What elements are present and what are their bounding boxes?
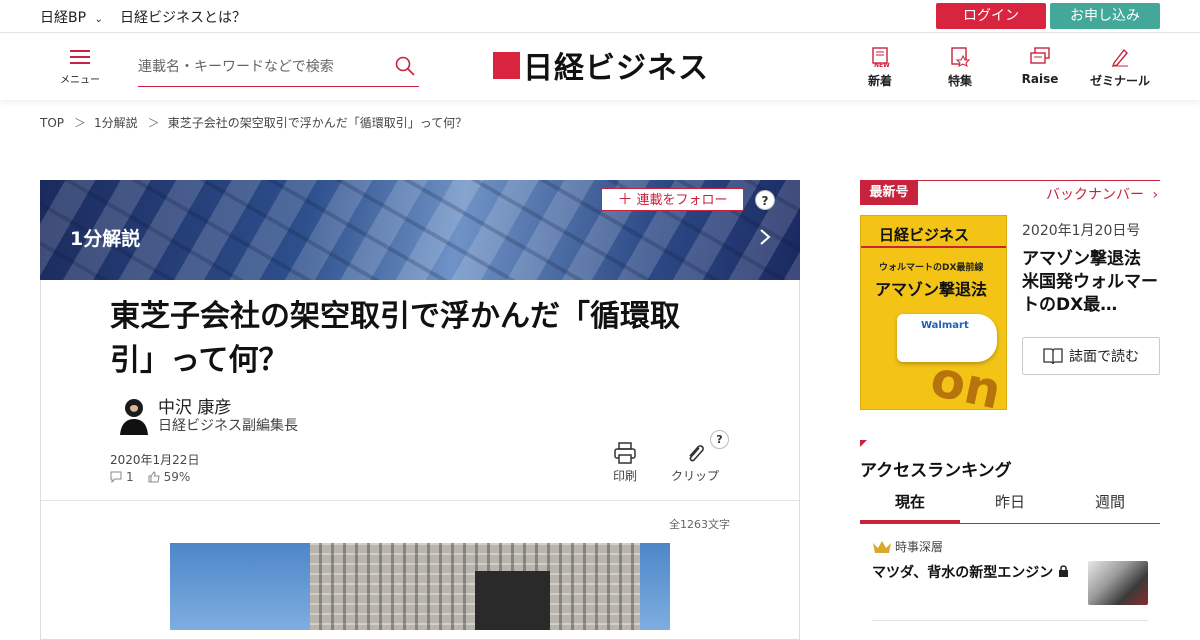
rank-1-category: 時事深層 — [872, 538, 943, 555]
chevron-down-icon: ⌄ — [94, 14, 103, 25]
apply-button[interactable]: お申し込み — [1050, 3, 1160, 29]
cover-kicker: ウォルマートのDX最前線 — [879, 263, 984, 273]
latest-issue-tag: 最新号 — [860, 181, 918, 205]
site-menu[interactable]: 日経BP ⌄ — [40, 7, 103, 27]
article-title-line2: 引」って何？ — [110, 343, 289, 378]
logo-mark — [493, 51, 520, 79]
chevron-right-icon: › — [1152, 187, 1159, 203]
nav-feature[interactable]: 特集 — [925, 47, 995, 89]
logo-text: 日経ビジネス — [523, 51, 709, 86]
series-banner[interactable]: 1分解説 ＋連載をフォロー ? — [40, 180, 800, 280]
lock-icon — [1059, 565, 1069, 577]
tab-now[interactable]: 現在 — [860, 488, 960, 523]
new-icon: NEW — [872, 47, 890, 69]
nav-feature-label: 特集 — [947, 74, 972, 88]
like-rate-value: 59% — [163, 470, 191, 484]
breadcrumb-separator: ＞ — [147, 116, 160, 130]
cover-big-text: on — [925, 349, 1007, 410]
clip-help-icon[interactable]: ? — [710, 430, 729, 449]
series-title: 1分解説 — [70, 228, 141, 250]
nav-new[interactable]: NEW 新着 — [845, 47, 915, 89]
search-box — [138, 53, 419, 87]
thumbs-up-icon — [148, 471, 160, 483]
rank-1-title[interactable]: マツダ、背水の新型エンジン — [872, 562, 1069, 582]
login-button[interactable]: ログイン — [936, 3, 1046, 29]
author-avatar[interactable] — [117, 395, 151, 435]
comment-icon — [110, 471, 122, 483]
like-rate[interactable]: 59% — [148, 470, 191, 484]
author-role: 日経ビジネス副編集長 — [158, 418, 298, 434]
svg-text:NEW: NEW — [874, 62, 890, 67]
building-recess — [475, 571, 550, 630]
top-bar: 日経BP ⌄ 日経ビジネスとは？ ログイン お申し込み — [0, 0, 1200, 33]
about-link[interactable]: 日経ビジネスとは？ — [120, 7, 246, 27]
article-divider — [41, 500, 799, 501]
site-menu-label: 日経BP — [40, 10, 87, 26]
raise-icon — [1030, 47, 1050, 64]
tab-weekly[interactable]: 週間 — [1060, 488, 1160, 523]
printer-icon — [614, 442, 636, 464]
magazine-cover[interactable]: 日経ビジネス ウォルマートのDX最前線 アマゾン撃退法 Walmart on — [860, 215, 1007, 410]
plus-icon: ＋ — [617, 190, 633, 208]
header: メニュー 日経ビジネス NEW 新着 特集 Raise ゼミナール — [0, 33, 1200, 100]
article-photo — [170, 543, 670, 630]
open-book-icon — [1043, 348, 1063, 365]
follow-help-icon[interactable]: ? — [755, 190, 775, 210]
rank-separator — [872, 620, 1148, 621]
breadcrumb-series[interactable]: 1分解説 — [94, 116, 138, 130]
menu-button[interactable]: メニュー — [58, 49, 102, 86]
clip-label: クリップ — [670, 469, 719, 483]
chevron-right-icon[interactable] — [759, 228, 771, 246]
nav-seminar-label: ゼミナール — [1089, 74, 1150, 88]
ranking-marker — [860, 440, 867, 447]
search-icon[interactable] — [395, 56, 415, 80]
ranking-tabs: 現在 昨日 週間 — [860, 488, 1160, 524]
follow-series-button[interactable]: ＋連載をフォロー — [601, 188, 744, 211]
char-count: 全1263文字 — [669, 518, 730, 531]
crown-icon — [873, 540, 891, 553]
comment-count-value: 1 — [126, 470, 134, 484]
nav-new-label: 新着 — [867, 74, 892, 88]
breadcrumb-top[interactable]: TOP — [40, 116, 64, 130]
breadcrumb-current: 東芝子会社の架空取引で浮かんだ「循環取引」って何？ — [167, 116, 468, 130]
cover-band — [861, 246, 1006, 248]
nav-raise-label: Raise — [1021, 72, 1059, 86]
feature-icon — [951, 47, 971, 67]
article-stats: 1 59% — [110, 470, 204, 484]
read-issue-label: 誌面で読む — [1069, 349, 1139, 365]
issue-title[interactable]: アマゾン撃退法 米国発ウォルマートのDX最… — [1022, 248, 1162, 317]
nav-seminar[interactable]: ゼミナール — [1085, 47, 1155, 89]
nav-raise[interactable]: Raise — [1005, 47, 1075, 86]
rank-1-category-label: 時事深層 — [895, 540, 944, 554]
backnumber-label: バックナンバー — [1046, 187, 1144, 203]
tab-yesterday[interactable]: 昨日 — [960, 488, 1060, 523]
print-button[interactable]: 印刷 — [595, 442, 655, 484]
backnumber-link[interactable]: バックナンバー › — [1046, 184, 1158, 204]
site-logo[interactable]: 日経ビジネス — [493, 47, 709, 86]
paperclip-icon — [689, 445, 704, 462]
cover-brand: Walmart — [921, 320, 969, 331]
issue-date: 2020年1月20日号 — [1022, 223, 1141, 239]
article-title-line1: 東芝子会社の架空取引で浮かんだ「循環取 — [110, 299, 680, 334]
search-input[interactable] — [138, 53, 378, 81]
rank-1-title-text: マツダ、背水の新型エンジン — [872, 565, 1054, 581]
breadcrumb-separator: ＞ — [74, 116, 87, 130]
menu-label: メニュー — [60, 75, 100, 86]
print-label: 印刷 — [612, 469, 637, 483]
hamburger-icon — [70, 50, 90, 64]
seminar-icon — [1111, 48, 1128, 67]
cover-headline: アマゾン撃退法 — [875, 280, 988, 299]
read-issue-button[interactable]: 誌面で読む — [1022, 337, 1160, 375]
comment-count[interactable]: 1 — [110, 470, 134, 484]
follow-label: 連載をフォロー — [636, 193, 728, 208]
cover-logo: 日経ビジネス — [879, 226, 970, 244]
ranking-title: アクセスランキング — [860, 461, 1012, 481]
publish-date: 2020年1月22日 — [110, 453, 200, 467]
breadcrumb: TOP ＞ 1分解説 ＞ 東芝子会社の架空取引で浮かんだ「循環取引」って何？ — [40, 114, 475, 131]
article-title: 東芝子会社の架空取引で浮かんだ「循環取 引」って何？ — [110, 295, 750, 383]
rank-1-thumbnail[interactable] — [1088, 561, 1148, 605]
